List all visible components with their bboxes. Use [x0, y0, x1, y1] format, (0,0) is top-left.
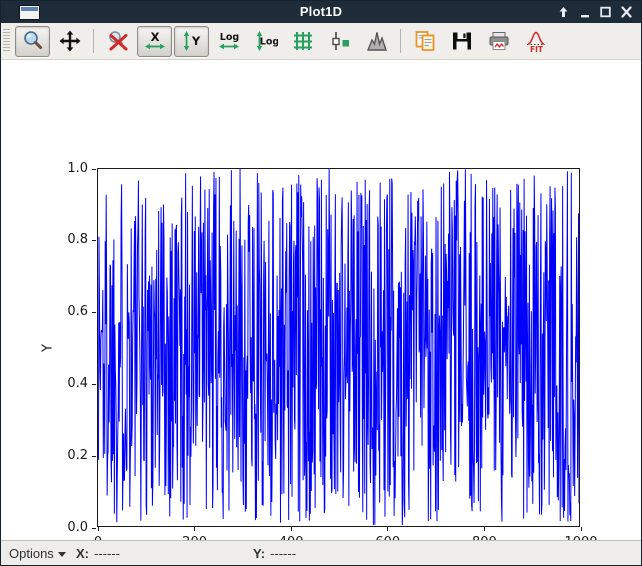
minimize-icon	[580, 6, 590, 18]
close-button[interactable]	[619, 4, 634, 20]
grid-button[interactable]	[285, 26, 320, 57]
options-dropdown-button[interactable]: Options	[9, 541, 66, 565]
x-log-button[interactable]: Log	[211, 26, 246, 57]
floppy-disk-icon	[450, 29, 474, 53]
histogram-button[interactable]	[359, 26, 394, 57]
y-tick-label: 0.6	[54, 304, 88, 319]
y-autoscale-label: Y	[190, 34, 200, 48]
save-button[interactable]	[444, 26, 479, 57]
window-title: Plot1D	[1, 1, 641, 23]
chevron-down-icon	[58, 552, 66, 557]
y-tick-label: 0.4	[54, 376, 88, 391]
y-tick	[92, 312, 96, 313]
grid-icon	[291, 29, 315, 53]
cursor-x-readout: X: ------	[76, 541, 120, 565]
y-tick-label: 0.0	[54, 520, 88, 535]
toolbar-grip[interactable]	[3, 29, 10, 53]
x-tick	[581, 527, 582, 531]
y-tick	[92, 169, 96, 170]
copy-button[interactable]	[407, 26, 442, 57]
horizontal-double-arrow-icon: X	[143, 29, 167, 53]
magnifier-cross-icon	[106, 29, 130, 53]
titlebar[interactable]: Plot1D	[1, 1, 641, 23]
y-log-label: Log	[259, 37, 277, 48]
fit-curve-icon: FIT	[524, 29, 548, 53]
y-tick	[92, 240, 96, 241]
y-readout-label: Y:	[253, 546, 265, 561]
horizontal-double-arrow-icon: Log	[217, 29, 241, 53]
x-tick	[98, 527, 99, 531]
x-autoscale-label: X	[150, 30, 159, 44]
minimize-button[interactable]	[577, 4, 592, 20]
plot1d-window: Plot1D	[0, 0, 642, 566]
zoom-mode-button[interactable]	[15, 26, 50, 57]
x-tick	[484, 527, 485, 531]
plot-area[interactable]: X Y 020040060080010000.00.20.40.60.81.0	[1, 60, 641, 540]
cursor-y-readout: Y: ------	[253, 541, 296, 565]
x-readout-label: X:	[76, 546, 89, 561]
printer-icon	[487, 29, 511, 53]
vertical-double-arrow-icon: Log	[254, 29, 278, 53]
curve-points-icon	[328, 29, 352, 53]
toolbar-separator	[93, 29, 94, 53]
window-controls	[556, 1, 634, 23]
fit-label: FIT	[529, 45, 543, 53]
maximize-button[interactable]	[598, 4, 613, 20]
print-button[interactable]	[481, 26, 516, 57]
toolbar-separator	[400, 29, 401, 53]
maximize-icon	[600, 6, 611, 18]
y-tick	[92, 456, 96, 457]
plot-axes[interactable]: X Y 020040060080010000.00.20.40.60.81.0	[97, 168, 580, 527]
x-log-label: Log	[219, 32, 238, 43]
x-tick	[387, 527, 388, 531]
close-icon	[621, 6, 632, 18]
copy-pages-icon	[413, 29, 437, 53]
y-tick	[92, 528, 96, 529]
x-tick	[291, 527, 292, 531]
pan-arrows-icon	[58, 29, 82, 53]
arrow-up-icon	[558, 6, 569, 18]
x-autoscale-button[interactable]: X	[137, 26, 172, 57]
pan-mode-button[interactable]	[52, 26, 87, 57]
y-tick	[92, 384, 96, 385]
fit-button[interactable]: FIT	[518, 26, 553, 57]
y-readout-value: ------	[270, 546, 296, 561]
reset-zoom-button[interactable]	[100, 26, 135, 57]
statusbar: Options X: ------ Y: ------	[1, 540, 641, 565]
y-axis-title: Y	[40, 344, 55, 352]
shade-button[interactable]	[556, 4, 571, 20]
x-tick	[194, 527, 195, 531]
y-tick-label: 1.0	[54, 161, 88, 176]
x-readout-value: ------	[94, 546, 120, 561]
vertical-double-arrow-icon: Y	[180, 29, 204, 53]
y-tick-label: 0.8	[54, 232, 88, 247]
curve-style-button[interactable]	[322, 26, 357, 57]
y-tick-label: 0.2	[54, 448, 88, 463]
y-log-button[interactable]: Log	[248, 26, 283, 57]
y-autoscale-button[interactable]: Y	[174, 26, 209, 57]
options-label: Options	[9, 546, 54, 561]
curve-line	[98, 169, 579, 526]
plot-toolbar: X Y Log	[1, 23, 641, 60]
magnifier-icon	[21, 29, 45, 53]
histogram-icon	[365, 29, 389, 53]
